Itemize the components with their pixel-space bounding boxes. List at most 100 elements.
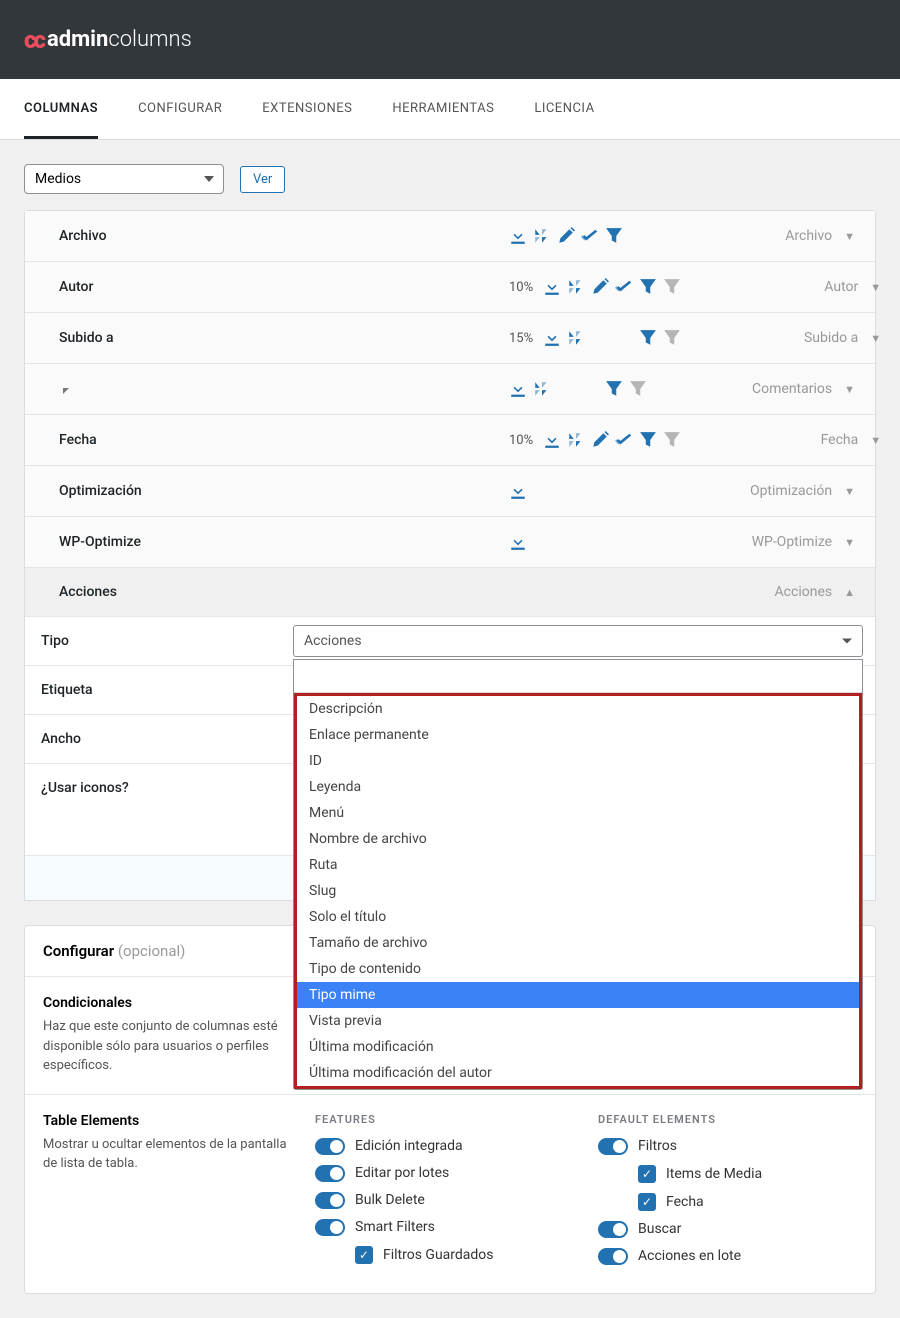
logo-suffix: columns	[108, 27, 191, 52]
column-row[interactable]: Comentarios▼	[25, 364, 875, 415]
dropdown-option[interactable]: Descripción	[297, 696, 859, 722]
setting-label-iconos: ¿Usar iconos?	[25, 764, 293, 812]
dropdown-option[interactable]: Nombre de archivo	[297, 826, 859, 852]
funnel-gray-icon	[663, 329, 681, 347]
column-row[interactable]: AccionesAcciones▲	[25, 568, 875, 617]
edit-icon	[591, 278, 609, 296]
column-settings: Tipo Acciones DescripciónEnlace permanen…	[25, 617, 875, 900]
toggle-editar-lotes[interactable]	[315, 1165, 345, 1182]
toggle-acciones-lote[interactable]	[598, 1248, 628, 1265]
column-name: Autor	[59, 279, 93, 295]
chevron-down-icon: ▼	[870, 332, 881, 345]
dropdown-search-input[interactable]	[298, 664, 858, 688]
edit-icon	[557, 227, 575, 245]
column-type: WP-Optimize	[752, 534, 833, 550]
tipo-dropdown-panel: DescripciónEnlace permanenteIDLeyendaMen…	[293, 659, 863, 1090]
tab-herramientas[interactable]: HERRAMIENTAS	[392, 79, 494, 139]
filter-icon	[605, 380, 623, 398]
bulk-icon	[615, 278, 633, 296]
toolbar: Medios Ver	[0, 140, 900, 210]
dropdown-option[interactable]: Tipo de contenido	[297, 956, 859, 982]
dropdown-option[interactable]: Última modificación	[297, 1034, 859, 1060]
filter-icon	[639, 431, 657, 449]
toggle-edicion-integrada[interactable]	[315, 1138, 345, 1155]
column-name: Fecha	[59, 432, 97, 448]
conditionals-desc: Haz que este conjunto de columnas esté d…	[43, 1017, 293, 1076]
logo: cc admincolumns	[24, 26, 192, 54]
tab-licencia[interactable]: LICENCIA	[534, 79, 594, 139]
column-name: Acciones	[59, 584, 117, 600]
toggle-bulk-delete[interactable]	[315, 1192, 345, 1209]
bulk-icon	[615, 431, 633, 449]
column-row[interactable]: WP-OptimizeWP-Optimize▼	[25, 517, 875, 568]
check-fecha[interactable]: ✓	[638, 1193, 656, 1211]
toggle-buscar[interactable]	[598, 1221, 628, 1238]
download-icon	[509, 533, 527, 551]
features-heading: FEATURES	[315, 1113, 574, 1126]
column-row[interactable]: Fecha10%Fecha▼	[25, 415, 875, 466]
features-column: FEATURES Edición integrada Editar por lo…	[315, 1113, 574, 1275]
width-percent: 15%	[509, 331, 533, 346]
app-header: cc admincolumns	[0, 0, 900, 79]
bulk-icon	[581, 227, 599, 245]
main-tabs: COLUMNAS CONFIGURAR EXTENSIONES HERRAMIE…	[0, 79, 900, 140]
chevron-down-icon: ▼	[844, 485, 855, 498]
column-row[interactable]: Subido a15%Subido a▼	[25, 313, 875, 364]
tipo-dropdown[interactable]: Acciones	[293, 625, 863, 657]
view-button[interactable]: Ver	[240, 166, 285, 193]
download-icon	[543, 431, 561, 449]
check-items-media[interactable]: ✓	[638, 1165, 656, 1183]
dropdown-option[interactable]: Solo el título	[297, 904, 859, 930]
tab-extensiones[interactable]: EXTENSIONES	[262, 79, 352, 139]
download-icon	[509, 482, 527, 500]
dropdown-option[interactable]: Tipo mime	[297, 982, 859, 1008]
sort-icon	[533, 227, 551, 245]
download-icon	[509, 227, 527, 245]
column-type: Autor	[824, 279, 858, 295]
dropdown-option[interactable]: Menú	[297, 800, 859, 826]
filter-icon	[639, 278, 657, 296]
column-row[interactable]: Autor10%Autor▼	[25, 262, 875, 313]
column-name: Subido a	[59, 330, 114, 346]
dropdown-option[interactable]: Ruta	[297, 852, 859, 878]
logo-brand: admin	[47, 27, 108, 52]
column-name: Optimización	[59, 483, 142, 499]
toggle-filtros[interactable]	[598, 1138, 628, 1155]
setting-label-ancho: Ancho	[25, 715, 293, 763]
dropdown-option[interactable]: Leyenda	[297, 774, 859, 800]
list-type-select[interactable]: Medios	[24, 164, 224, 194]
column-row[interactable]: Optimización Optimización ▼	[25, 466, 875, 517]
width-percent: 10%	[509, 433, 533, 448]
setting-label-tipo: Tipo	[25, 617, 293, 665]
config-optional: (opcional)	[118, 942, 185, 960]
download-icon	[543, 278, 561, 296]
table-elements-section: Table Elements Mostrar u ocultar element…	[25, 1095, 875, 1293]
dropdown-options-list: DescripciónEnlace permanenteIDLeyendaMen…	[294, 693, 862, 1089]
dropdown-option[interactable]: Slug	[297, 878, 859, 904]
check-filtros-guardados[interactable]: ✓	[355, 1246, 373, 1264]
filter-icon	[639, 329, 657, 347]
config-title: Configurar	[43, 942, 114, 960]
defaults-heading: DEFAULT ELEMENTS	[598, 1113, 857, 1126]
sort-icon	[567, 431, 585, 449]
dropdown-option[interactable]: Última modificación del autor	[297, 1060, 859, 1086]
chevron-down-icon: ▼	[870, 281, 881, 294]
chevron-up-icon: ▲	[844, 586, 855, 599]
dropdown-option[interactable]: Enlace permanente	[297, 722, 859, 748]
sort-icon	[567, 278, 585, 296]
dropdown-option[interactable]: Tamaño de archivo	[297, 930, 859, 956]
tab-configurar[interactable]: CONFIGURAR	[138, 79, 222, 139]
sort-icon	[567, 329, 585, 347]
chevron-down-icon: ▼	[844, 230, 855, 243]
columns-panel: ArchivoArchivo▼ Autor 10% Autor ▼ Subido a 15%…	[24, 210, 876, 901]
column-type: Comentarios	[752, 381, 832, 397]
dropdown-option[interactable]: ID	[297, 748, 859, 774]
width-percent: 10%	[509, 280, 533, 295]
toggle-smart-filters[interactable]	[315, 1219, 345, 1236]
dropdown-option[interactable]: Vista previa	[297, 1008, 859, 1034]
defaults-column: DEFAULT ELEMENTS Filtros ✓Items de Media…	[598, 1113, 857, 1275]
download-icon	[543, 329, 561, 347]
column-row[interactable]: ArchivoArchivo▼	[25, 211, 875, 262]
tab-columnas[interactable]: COLUMNAS	[24, 79, 98, 139]
column-type: Optimización	[750, 483, 832, 499]
